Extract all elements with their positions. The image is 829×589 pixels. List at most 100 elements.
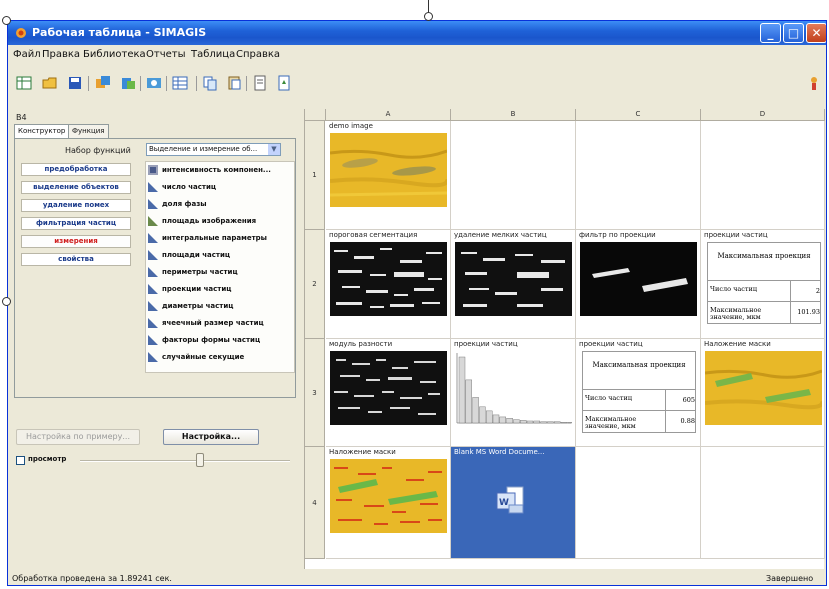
category-preprocessing[interactable]: предобработка (21, 163, 131, 176)
menu-reports[interactable]: Отчеты (146, 49, 185, 60)
status-text: Обработка проведена за 1.89241 сек. (12, 574, 172, 583)
function-item[interactable]: число частиц (148, 182, 216, 196)
process-icon[interactable] (146, 75, 162, 91)
table-row: Максимальное значение, мкм 0.88 (583, 411, 695, 432)
histogram-bar (547, 421, 554, 424)
paste-icon[interactable] (226, 75, 242, 91)
selection-handle-top-left[interactable] (2, 16, 11, 25)
table-row: Число частиц 2 (708, 281, 820, 302)
column-header-b[interactable]: B (451, 109, 576, 121)
function-item[interactable]: интенсивность компонен... (148, 165, 271, 179)
function-item[interactable]: площадь изображения (148, 216, 256, 230)
tune-by-example-button[interactable]: Настройка по примеру... (16, 429, 140, 445)
category-properties[interactable]: свойства (21, 253, 131, 266)
preview-slider-thumb[interactable] (196, 453, 204, 467)
constructor-panel: B4 Конструктор Функция Набор функций Выд… (10, 109, 300, 569)
tune-button[interactable]: Настройка... (163, 429, 259, 445)
cell-b3[interactable]: проекции частиц (451, 339, 576, 447)
tab-function[interactable]: Функция (68, 124, 109, 138)
measure-icon (148, 301, 158, 311)
table-icon[interactable] (16, 75, 32, 91)
row-header-2[interactable]: 2 (305, 230, 325, 339)
cell-reference: B4 (16, 113, 27, 122)
function-item[interactable]: диаметры частиц (148, 301, 233, 315)
function-set-select[interactable]: Выделение и измерение об... ▼ (146, 143, 281, 156)
function-item[interactable]: периметры частиц (148, 267, 238, 281)
cell-b3-label: проекции частиц (454, 340, 518, 348)
function-item[interactable]: доля фазы (148, 199, 207, 213)
cell-c4[interactable] (576, 447, 701, 559)
menu-help[interactable]: Справка (236, 49, 280, 60)
cell-c3[interactable]: проекции частиц Максимальная проекция Чи… (576, 339, 701, 447)
column-header-c[interactable]: C (576, 109, 701, 121)
selection-handle-left[interactable] (2, 297, 11, 306)
category-particle-filter[interactable]: фильтрация частиц (21, 217, 131, 230)
category-measurements[interactable]: измерения (21, 235, 131, 248)
category-noise-removal[interactable]: удаление помех (21, 199, 131, 212)
menu-table[interactable]: Таблица (191, 49, 235, 60)
row-header-4[interactable]: 4 (305, 447, 325, 559)
copy-icon[interactable] (202, 75, 218, 91)
cell-c1[interactable] (576, 121, 701, 230)
menu-edit[interactable]: Правка (42, 49, 80, 60)
cell-a2-label: пороговая сегментация (329, 231, 418, 239)
cell-b1[interactable] (451, 121, 576, 230)
cell-a3[interactable]: модуль разности (326, 339, 451, 447)
function-item[interactable]: проекции частиц (148, 284, 231, 298)
histogram-bar (519, 420, 527, 424)
help-icon[interactable] (806, 75, 822, 91)
measure-icon (148, 318, 158, 328)
cell-d2-label: проекции частиц (704, 231, 768, 239)
cell-d1[interactable] (701, 121, 825, 230)
cell-d2[interactable]: проекции частиц Максимальная проекция Чи… (701, 230, 825, 339)
function-item[interactable]: ячеечный размер частиц (148, 318, 264, 332)
save-icon[interactable] (67, 75, 83, 91)
histogram-bar (567, 422, 572, 424)
column-header-a[interactable]: A (326, 109, 451, 121)
menu-bar: Файл Правка Библиотека Отчеты Таблица Сп… (8, 46, 826, 64)
cell-c2[interactable]: фильтр по проекции (576, 230, 701, 339)
histogram-chart (456, 353, 572, 424)
chevron-down-icon[interactable]: ▼ (268, 144, 280, 155)
table-row: Число частиц 605 (583, 390, 695, 411)
cell-d4[interactable] (701, 447, 825, 559)
cell-b4[interactable]: Blank MS Word Docume... W (451, 447, 576, 559)
cell-a2[interactable]: пороговая сегментация (326, 230, 451, 339)
open-icon[interactable] (42, 75, 58, 91)
cell-d3[interactable]: Наложение маски (701, 339, 825, 447)
menu-file[interactable]: Файл (13, 49, 41, 60)
minimize-button[interactable]: _ (760, 23, 781, 43)
measure-icon (148, 352, 158, 362)
row-header-1[interactable]: 1 (305, 121, 325, 230)
function-set-value: Выделение и измерение об... (149, 145, 258, 153)
function-item[interactable]: площади частиц (148, 250, 230, 264)
function-item[interactable]: факторы формы частиц (148, 335, 260, 349)
cell-a3-label: модуль разности (329, 340, 393, 348)
tab-constructor[interactable]: Конструктор (14, 124, 70, 138)
paste-image-icon[interactable] (120, 75, 136, 91)
document-icon[interactable] (252, 75, 268, 91)
title-bar[interactable]: Рабочая таблица - SIMAGIS _ □ ✕ (8, 21, 826, 45)
projection-table-title: Максимальная проекция (583, 352, 695, 390)
column-header-d[interactable]: D (701, 109, 825, 121)
preview-slider-track[interactable] (80, 460, 290, 462)
selection-handle-top[interactable] (424, 12, 433, 21)
function-item[interactable]: случайные секущие (148, 352, 244, 366)
cell-b2[interactable]: удаление мелких частиц (451, 230, 576, 339)
corner-header[interactable] (305, 109, 326, 121)
export-icon[interactable] (276, 75, 292, 91)
grid-icon[interactable] (172, 75, 188, 91)
projection-filter-thumbnail (580, 242, 697, 316)
mask-overlay-thumbnail (705, 351, 822, 425)
cell-a4[interactable]: Наложение маски (326, 447, 451, 559)
function-item[interactable]: интегральные параметры (148, 233, 267, 247)
close-button[interactable]: ✕ (806, 23, 826, 43)
copy-image-icon[interactable] (95, 75, 111, 91)
row-header-3[interactable]: 3 (305, 339, 325, 447)
maximize-button[interactable]: □ (783, 23, 804, 43)
category-object-selection[interactable]: выделение объектов (21, 181, 131, 194)
preview-label: просмотр (28, 455, 67, 463)
menu-library[interactable]: Библиотека (83, 49, 146, 60)
preview-checkbox[interactable] (16, 456, 25, 465)
cell-a1[interactable]: demo image (326, 121, 451, 230)
